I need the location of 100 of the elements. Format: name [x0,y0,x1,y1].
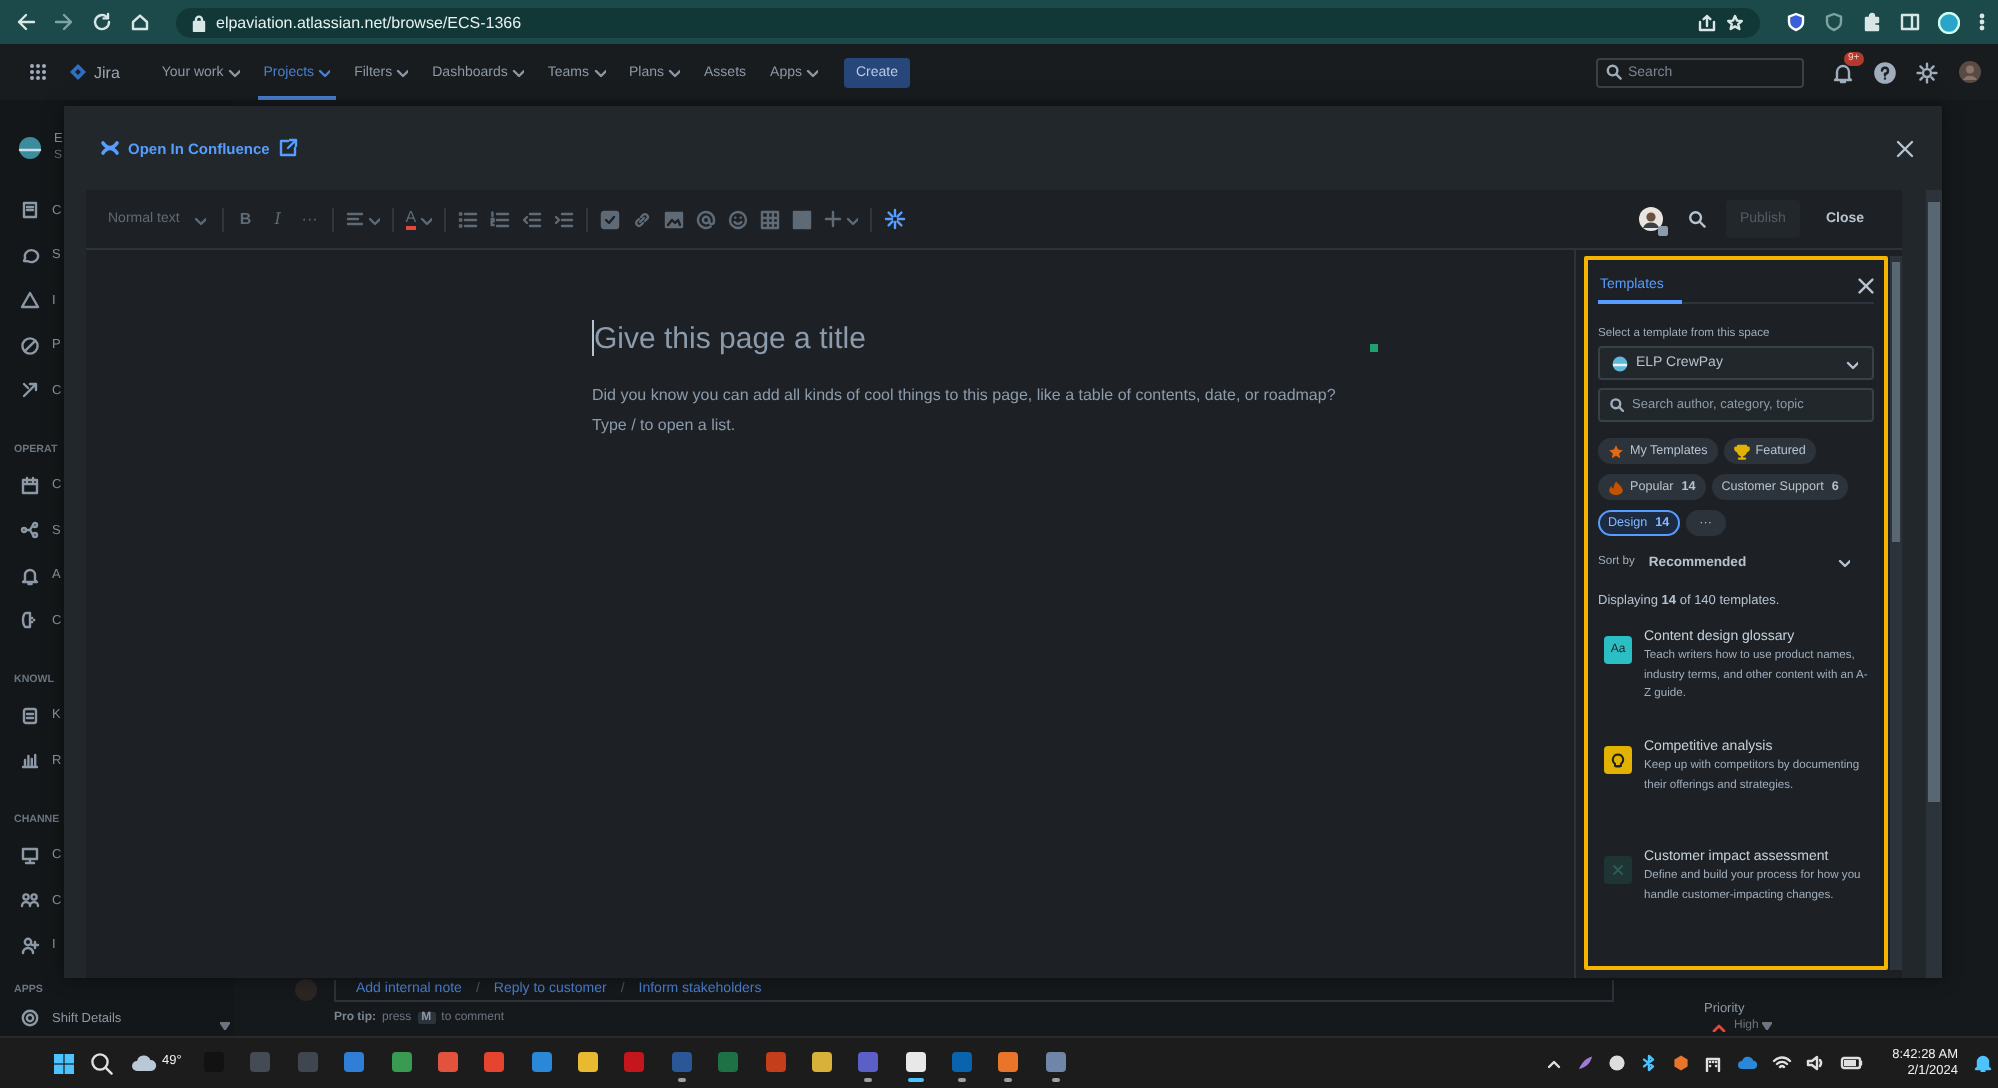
address-bar[interactable]: elpaviation.atlassian.net/browse/ECS-1366 [176,7,1760,37]
home-icon[interactable] [130,12,150,32]
collaborator-avatar-icon[interactable] [1637,206,1664,232]
checkbox-button[interactable] [600,209,621,229]
circle-icon[interactable] [1608,1054,1627,1072]
product-name[interactable]: Jira [94,63,120,81]
bell-icon[interactable] [20,565,40,586]
close-icon[interactable] [1896,139,1914,157]
chevron-up-icon[interactable] [1546,1055,1563,1071]
forward-arrow-icon[interactable] [54,12,74,32]
speaker-icon[interactable] [1806,1054,1827,1072]
flame-icon [1608,479,1624,495]
link-button[interactable] [632,209,653,229]
cloud-icon[interactable] [130,1054,158,1072]
plus-icon [824,210,843,228]
add-person-icon[interactable] [20,935,40,956]
diamond-logo-icon[interactable] [68,62,88,82]
phone-icon[interactable] [20,610,40,631]
image-button[interactable] [664,209,685,229]
connected-nodes-icon[interactable] [20,520,40,541]
alignment-dropdown[interactable] [345,210,380,228]
indent-icon [554,209,575,229]
bar-chart-icon[interactable] [20,750,40,771]
checkbox-icon [600,209,621,229]
columns-layout-button[interactable] [792,209,813,229]
ai-assist-button[interactable] [884,208,907,230]
app-icon[interactable] [576,1049,601,1073]
emoji-button[interactable] [728,209,749,229]
avatar-badge [1657,226,1668,236]
project-avatar-icon[interactable] [18,136,42,160]
speech-bubble-icon[interactable] [20,245,40,266]
bullet-list-button[interactable] [458,209,479,229]
close-icon[interactable] [1858,277,1874,293]
people-icon[interactable] [20,890,40,911]
external-link-icon [277,138,298,158]
page-title-field[interactable]: Give this page a title [592,320,1370,356]
start-menu-icon[interactable] [52,1051,76,1075]
indent-button[interactable] [554,209,575,229]
arrows-icon[interactable] [20,380,40,401]
back-arrow-icon[interactable] [16,12,36,32]
building-icon[interactable] [1704,1054,1723,1072]
star-icon[interactable] [1726,13,1744,31]
link-icon [632,209,653,229]
notification-bell-icon[interactable] [1974,1054,1992,1072]
scrollbar[interactable] [1926,190,1942,978]
wifi-icon[interactable] [1772,1054,1793,1072]
search-icon[interactable] [1687,210,1706,228]
notification-bell-icon[interactable] [1832,61,1854,83]
numbered-list-icon [490,209,511,229]
more-vertical-icon[interactable] [1978,12,1986,32]
cloud-icon[interactable] [1736,1054,1759,1072]
puzzle-piece-icon[interactable] [1862,12,1882,32]
scroll-arrow-icon [1762,1022,1772,1030]
chevron-down-icon [509,64,524,80]
reload-icon[interactable] [92,12,112,32]
table-icon [760,209,781,229]
page-icon[interactable] [20,200,40,221]
settings-icon[interactable] [1916,61,1938,83]
lock-icon [192,13,206,31]
search-icon [1610,398,1624,412]
chevron-down-icon [225,64,240,80]
profile-avatar-icon[interactable] [1938,11,1960,33]
outdent-icon [522,209,543,229]
bluetooth-icon[interactable] [1640,1054,1659,1072]
chevron-down-icon [804,64,818,80]
warning-triangle-icon[interactable] [20,290,40,311]
search-icon[interactable] [90,1051,114,1075]
help-icon[interactable] [1874,61,1896,83]
app-grid-icon[interactable] [28,62,48,82]
mention-button[interactable] [696,209,717,229]
side-panel-icon[interactable] [1900,12,1920,32]
app-icon[interactable] [809,1049,834,1073]
search-icon [1606,64,1622,80]
calendar-icon[interactable] [20,475,40,496]
blocked-circle-icon[interactable] [20,335,40,356]
monitor-icon[interactable] [20,845,40,866]
sparkle-icon [884,208,907,230]
bullet-list-icon [458,209,479,229]
gear-icon[interactable] [20,1008,40,1028]
app-icon[interactable] [903,1049,928,1073]
priority-high-icon [1712,1021,1726,1031]
feather-icon[interactable] [1576,1054,1595,1072]
document-icon[interactable] [20,705,40,726]
numbered-list-button[interactable] [490,209,511,229]
battery-icon[interactable] [1840,1054,1865,1072]
hexagon-icon[interactable] [1672,1054,1691,1072]
outdent-button[interactable] [522,209,543,229]
app-icon[interactable] [996,1049,1021,1073]
emoji-icon [728,209,749,229]
insert-dropdown[interactable] [824,210,859,228]
space-icon [1612,355,1628,371]
chevron-down-icon [591,64,605,80]
star-icon [1608,443,1624,459]
mention-icon [696,209,717,229]
scrollbar[interactable] [1890,256,1902,970]
chevron-down-icon [394,64,409,80]
scroll-arrow-icon [220,1022,230,1030]
user-avatar-icon[interactable] [1958,60,1982,84]
share-icon[interactable] [1698,13,1716,31]
table-button[interactable] [760,209,781,229]
